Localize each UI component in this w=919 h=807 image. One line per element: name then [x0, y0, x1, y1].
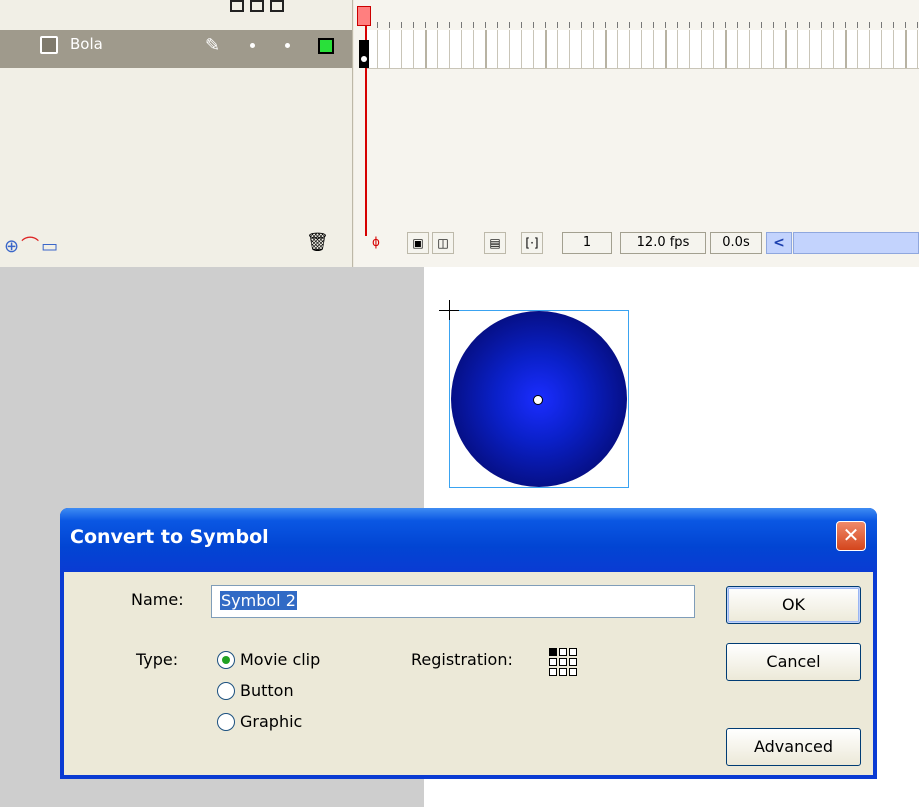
center-frame-icon[interactable]: ϕ	[366, 232, 386, 254]
reg-point-middle-right[interactable]	[569, 658, 577, 666]
layer-header-icons	[230, 0, 290, 14]
convert-to-symbol-dialog: Convert to Symbol ✕ Name: Symbol 2 Type:…	[60, 508, 877, 779]
layer-buttons: ⊕⌒▭	[4, 232, 60, 258]
timeline-panel: Bola ✎ ⊕⌒▭ 🗑 ϕ ▣ ◫ ▤ [·] 1 12.0 fps 0.0s…	[0, 0, 919, 267]
reg-point-top-right[interactable]	[569, 648, 577, 656]
name-input[interactable]: Symbol 2	[211, 585, 695, 618]
current-frame: 1	[562, 232, 612, 254]
advanced-button[interactable]: Advanced	[726, 728, 861, 766]
timeline-toolbar: ⊕⌒▭ 🗑 ϕ ▣ ◫ ▤ [·] 1 12.0 fps 0.0s <	[0, 230, 919, 258]
frame-group-divider	[725, 30, 727, 68]
radio-movie-clip-label[interactable]: Movie clip	[240, 650, 320, 669]
onion-skin-icon[interactable]: ▣	[407, 232, 429, 254]
radio-movie-clip[interactable]	[217, 651, 235, 669]
reg-point-top-center[interactable]	[559, 648, 567, 656]
pencil-icon: ✎	[205, 35, 221, 56]
show-hide-icon[interactable]	[230, 0, 244, 12]
frame-group-divider	[545, 30, 547, 68]
frame-group-divider	[665, 30, 667, 68]
radio-graphic-label[interactable]: Graphic	[240, 712, 302, 731]
radio-graphic[interactable]	[217, 713, 235, 731]
dialog-body: Name: Symbol 2 Type: Movie clip Button G…	[64, 572, 873, 775]
frames-area	[354, 0, 919, 267]
frame-grid[interactable]	[366, 30, 919, 69]
frame-group-divider	[905, 30, 907, 68]
dialog-title: Convert to Symbol	[70, 526, 269, 548]
reg-point-center[interactable]	[559, 658, 567, 666]
outline-color-swatch[interactable]	[318, 38, 334, 54]
registration-grid[interactable]	[549, 648, 579, 678]
frame-group-divider	[785, 30, 787, 68]
visibility-dot[interactable]	[250, 43, 255, 48]
layer-column: Bola ✎	[0, 0, 353, 267]
frame-ruler[interactable]	[366, 0, 919, 28]
reg-point-bottom-center[interactable]	[559, 668, 567, 676]
reg-point-bottom-right[interactable]	[569, 668, 577, 676]
scroll-left-icon[interactable]: <	[766, 232, 792, 254]
trash-icon[interactable]: 🗑	[306, 232, 329, 253]
elapsed-time: 0.0s	[710, 232, 762, 254]
ok-button[interactable]: OK	[726, 586, 861, 624]
frame-group-divider	[845, 30, 847, 68]
type-label: Type:	[136, 650, 179, 669]
add-folder-icon[interactable]: ▭	[41, 236, 60, 257]
frame-group-divider	[485, 30, 487, 68]
cancel-button[interactable]: Cancel	[726, 643, 861, 681]
keyframe[interactable]	[359, 40, 369, 68]
layer-name[interactable]: Bola	[70, 35, 103, 53]
name-label: Name:	[131, 590, 184, 609]
reg-point-middle-left[interactable]	[549, 658, 557, 666]
edit-multiple-frames-icon[interactable]: ▤	[484, 232, 506, 254]
outline-icon[interactable]	[270, 0, 284, 12]
playhead-handle[interactable]	[357, 6, 371, 26]
registration-label: Registration:	[411, 650, 513, 669]
dialog-title-bar[interactable]: Convert to Symbol ✕	[60, 508, 877, 572]
onion-outline-icon[interactable]: ◫	[432, 232, 454, 254]
reg-point-bottom-left[interactable]	[549, 668, 557, 676]
layer-row-bola[interactable]: Bola ✎	[0, 30, 352, 68]
registration-point	[533, 395, 543, 405]
lock-icon[interactable]	[250, 0, 264, 12]
layer-icon	[40, 36, 58, 54]
close-icon[interactable]: ✕	[836, 521, 866, 551]
lock-dot[interactable]	[285, 43, 290, 48]
layer-header	[0, 0, 352, 28]
radio-button[interactable]	[217, 682, 235, 700]
timeline-scrollbar[interactable]	[793, 232, 919, 254]
reg-point-top-left[interactable]	[549, 648, 557, 656]
frame-group-divider	[425, 30, 427, 68]
frame-group-divider	[605, 30, 607, 68]
add-layer-icon[interactable]: ⊕	[4, 236, 21, 257]
frame-rate[interactable]: 12.0 fps	[620, 232, 706, 254]
crosshair-cursor	[449, 300, 450, 320]
name-input-value: Symbol 2	[220, 591, 297, 610]
add-motion-guide-icon[interactable]: ⌒	[21, 236, 41, 257]
radio-button-label[interactable]: Button	[240, 681, 294, 700]
modify-onion-markers-icon[interactable]: [·]	[521, 232, 543, 254]
